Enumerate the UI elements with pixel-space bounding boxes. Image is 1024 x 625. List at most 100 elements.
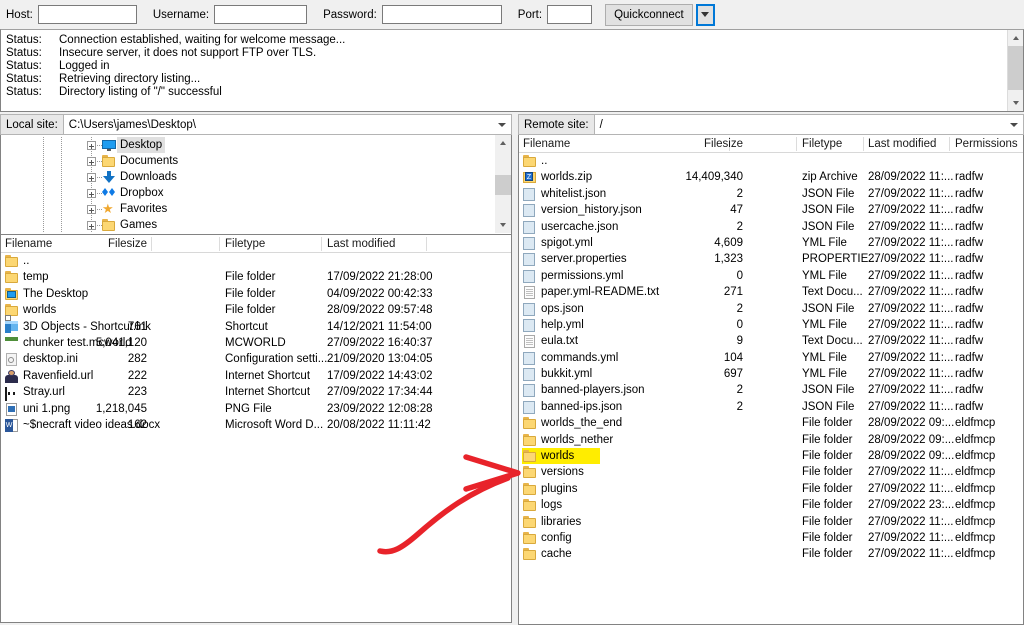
column-divider[interactable] xyxy=(426,237,427,251)
table-row[interactable]: temp File folder 17/09/2022 21:28:00 xyxy=(1,269,511,285)
table-row[interactable]: worlds File folder 28/09/2022 09:... eldfmc… xyxy=(519,448,1023,465)
tree-item-icon xyxy=(102,139,116,151)
tree-item-documents[interactable]: Documents xyxy=(1,153,494,169)
tree-item-favorites[interactable]: ★ Favorites xyxy=(1,201,494,217)
table-row[interactable]: eula.txt 9 Text Docu... 27/09/2022 11:... ra… xyxy=(519,333,1023,349)
table-row[interactable]: banned-ips.json 2 JSON File 27/09/2022 11:.… xyxy=(519,399,1023,415)
scroll-up-icon[interactable] xyxy=(1008,30,1023,46)
table-row[interactable]: whitelist.json 2 JSON File 27/09/2022 11:..… xyxy=(519,186,1023,202)
tree-item-label: Documents xyxy=(120,155,179,167)
permissions-cell: radfw xyxy=(955,236,984,249)
status-log-scrollbar[interactable] xyxy=(1007,30,1023,111)
table-row[interactable]: W ~$necraft video ideas.docx 162 Microsoft … xyxy=(1,417,511,433)
last-modified-cell: 27/09/2022 11:... xyxy=(868,384,954,397)
scrollbar-thumb[interactable] xyxy=(1008,46,1023,90)
tree-expand-icon[interactable] xyxy=(87,157,96,166)
table-row[interactable]: worlds_the_end File folder 28/09/2022 09:.… xyxy=(519,415,1023,431)
table-row[interactable]: 3D Objects - Shortcut.lnk 761 Shortcut 14/1… xyxy=(1,314,511,335)
username-input[interactable] xyxy=(214,5,308,24)
remote-column-header-filesize[interactable]: Filesize xyxy=(704,135,743,153)
file-name-cell: commands.yml xyxy=(541,351,619,364)
table-row[interactable]: logs File folder 27/09/2022 23:... eldfmcp xyxy=(519,497,1023,513)
file-size-cell: 4,609 xyxy=(714,236,743,249)
tree-expand-icon[interactable] xyxy=(87,205,96,214)
tree-expand-icon[interactable] xyxy=(87,173,96,182)
scroll-up-icon[interactable] xyxy=(495,135,511,151)
table-row[interactable]: version_history.json 47 JSON File 27/09/202… xyxy=(519,202,1023,218)
remote-column-header-last-modified[interactable]: Last modified xyxy=(868,135,936,153)
local-column-header-filesize[interactable]: Filesize xyxy=(108,235,147,253)
host-input[interactable] xyxy=(37,5,137,24)
permissions-cell: eldfmcp xyxy=(955,499,996,512)
local-site-path-value: C:\Users\james\Desktop\ xyxy=(68,118,196,131)
table-row[interactable]: desktop.ini 282 Configuration setti... 21/0… xyxy=(1,351,511,367)
local-directory-tree[interactable]: Desktop Documents Downloads Dropbox ★ Favorit… xyxy=(0,135,512,235)
table-row[interactable]: The Desktop File folder 04/09/2022 00:42:3… xyxy=(1,286,511,302)
table-row[interactable]: chunker test.mcworld 5,041,120 MCWORLD 27/0… xyxy=(1,335,511,351)
table-row[interactable]: commands.yml 104 YML File 27/09/2022 11:...… xyxy=(519,350,1023,366)
table-row[interactable]: libraries File folder 27/09/2022 11:... eld… xyxy=(519,514,1023,530)
local-file-list[interactable]: Filename Filesize Filetype Last modified ..… xyxy=(0,235,512,623)
table-row[interactable]: versions File folder 27/09/2022 11:... eldf… xyxy=(519,464,1023,480)
column-divider[interactable] xyxy=(321,237,322,251)
port-input[interactable] xyxy=(547,5,593,24)
table-row[interactable]: Zworlds.zip 14,409,340 zip Archive 28/09/20… xyxy=(519,169,1023,185)
column-divider[interactable] xyxy=(151,237,152,251)
tree-expand-icon[interactable] xyxy=(87,189,96,198)
table-row[interactable]: uni 1.png 1,218,045 PNG File 23/09/2022 12:… xyxy=(1,401,511,417)
remote-file-list[interactable]: Filename Filesize Filetype Last modified Per… xyxy=(518,135,1024,625)
column-divider[interactable] xyxy=(863,137,864,151)
local-column-header-filename[interactable]: Filename xyxy=(5,235,52,253)
table-row[interactable]: bukkit.yml 697 YML File 27/09/2022 11:... ra… xyxy=(519,366,1023,382)
file-name-cell: desktop.ini xyxy=(23,353,78,366)
table-row[interactable]: worlds_nether File folder 28/09/2022 09:..… xyxy=(519,432,1023,448)
table-row[interactable]: Stray.url 223 Internet Shortcut 27/09/2022 … xyxy=(1,384,511,402)
table-row[interactable]: plugins File folder 27/09/2022 11:... eldfm… xyxy=(519,481,1023,497)
quickconnect-dropdown-button[interactable] xyxy=(695,3,715,26)
file-size-cell: 271 xyxy=(723,286,743,299)
quickconnect-button[interactable]: Quickconnect xyxy=(605,3,693,26)
table-row[interactable]: server.properties 1,323 PROPERTIE... 27/09/… xyxy=(519,251,1023,267)
remote-column-header-permissions[interactable]: Permissions xyxy=(955,135,1018,153)
column-divider[interactable] xyxy=(949,137,950,151)
local-site-bar: Local site: C:\Users\james\Desktop\ xyxy=(0,114,512,135)
table-row[interactable]: .. xyxy=(519,153,1023,169)
table-row[interactable]: help.yml 0 YML File 27/09/2022 11:... radfw xyxy=(519,317,1023,333)
tree-guide-lines xyxy=(1,201,494,217)
file-type-icon: Z xyxy=(523,171,537,184)
remote-column-header-filetype[interactable]: Filetype xyxy=(802,135,842,153)
remote-site-path-combo[interactable]: / xyxy=(593,114,1024,135)
table-row[interactable]: worlds File folder 28/09/2022 09:57:48 xyxy=(1,302,511,318)
local-column-header-last-modified[interactable]: Last modified xyxy=(327,235,395,253)
tree-item-games[interactable]: Games xyxy=(1,217,494,233)
tree-expand-icon[interactable] xyxy=(87,221,96,230)
scroll-down-icon[interactable] xyxy=(1008,95,1023,111)
table-row[interactable]: cache File folder 27/09/2022 11:... eldfmcp xyxy=(519,546,1023,562)
local-column-header-filetype[interactable]: Filetype xyxy=(225,235,265,253)
tree-item-label: Downloads xyxy=(120,171,177,183)
table-row[interactable]: banned-players.json 2 JSON File 27/09/2022 … xyxy=(519,382,1023,398)
table-row[interactable]: ops.json 2 JSON File 27/09/2022 11:... radfw xyxy=(519,301,1023,317)
scrollbar-thumb[interactable] xyxy=(495,175,511,195)
tree-expand-icon[interactable] xyxy=(87,141,96,150)
password-input[interactable] xyxy=(381,5,502,24)
table-row[interactable]: usercache.json 2 JSON File 27/09/2022 11:..… xyxy=(519,219,1023,235)
table-row[interactable]: permissions.yml 0 YML File 27/09/2022 11:..… xyxy=(519,268,1023,284)
table-row[interactable]: .. xyxy=(1,253,511,269)
file-name-cell: worlds.zip xyxy=(541,171,593,184)
column-divider[interactable] xyxy=(219,237,220,251)
tree-item-dropbox[interactable]: Dropbox xyxy=(1,185,494,201)
table-row[interactable]: paper.yml-README.txt 271 Text Docu... 27/09… xyxy=(519,284,1023,300)
local-tree-scrollbar[interactable] xyxy=(495,135,511,233)
table-row[interactable]: config File folder 27/09/2022 11:... eldfmc… xyxy=(519,530,1023,546)
tree-item-desktop[interactable]: Desktop xyxy=(1,137,494,153)
tree-item-downloads[interactable]: Downloads xyxy=(1,169,494,185)
last-modified-cell: 28/09/2022 09:... xyxy=(868,433,955,446)
column-divider[interactable] xyxy=(796,137,797,151)
table-row[interactable]: Ravenfield.url 222 Internet Shortcut 17/09/… xyxy=(1,368,511,384)
file-type-cell: File folder xyxy=(802,482,853,495)
scroll-down-icon[interactable] xyxy=(495,217,511,233)
table-row[interactable]: spigot.yml 4,609 YML File 27/09/2022 11:...… xyxy=(519,235,1023,251)
local-site-path-combo[interactable]: C:\Users\james\Desktop\ xyxy=(62,114,512,135)
remote-column-header-filename[interactable]: Filename xyxy=(523,135,570,153)
